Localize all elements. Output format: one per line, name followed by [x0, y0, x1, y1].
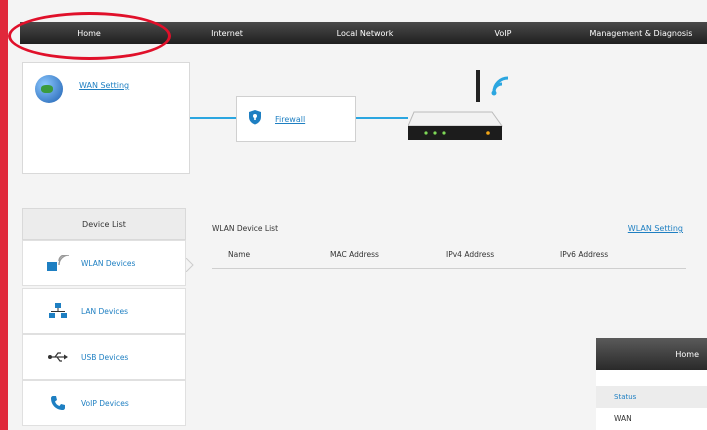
- tab-management-diagnosis[interactable]: Management & Diagnosis: [572, 22, 707, 44]
- home-highlight-ring: [8, 12, 171, 60]
- shield-icon: [249, 110, 261, 125]
- left-accent-bar: [0, 0, 8, 430]
- chevron-right-icon: [186, 258, 194, 272]
- firewall-link[interactable]: Firewall: [275, 115, 305, 124]
- column-name: Name: [228, 250, 251, 259]
- panel-title: WLAN Device List: [212, 224, 279, 233]
- usb-icon: [45, 351, 71, 363]
- network-icon: [45, 303, 71, 319]
- lan-devices-label: LAN Devices: [81, 306, 129, 316]
- status-item[interactable]: Status: [596, 386, 707, 408]
- wan-item[interactable]: WAN: [596, 414, 707, 423]
- home-overlay-panel: Home Status WAN: [596, 338, 707, 430]
- router-icon: [408, 70, 508, 140]
- voip-devices-label: VoIP Devices: [81, 398, 129, 408]
- usb-devices-label: USB Devices: [81, 352, 129, 362]
- globe-icon: [35, 75, 63, 103]
- column-ipv6-address: IPv6 Address: [560, 250, 609, 259]
- wlan-devices-label: WLAN Devices: [81, 258, 136, 268]
- wifi-device-icon: [45, 255, 71, 271]
- wan-setting-card: WAN Setting: [22, 62, 190, 174]
- table-header: Name MAC Address IPv4 Address IPv6 Addre…: [212, 250, 686, 269]
- connection-line: [190, 117, 236, 119]
- column-mac-address: MAC Address: [330, 250, 379, 259]
- connection-line: [356, 117, 408, 119]
- device-list-header: Device List: [22, 208, 186, 240]
- phone-icon: [45, 395, 71, 411]
- voip-devices-item[interactable]: VoIP Devices: [22, 380, 186, 426]
- wlan-setting-link[interactable]: WLAN Setting: [628, 224, 683, 233]
- wan-setting-link[interactable]: WAN Setting: [79, 81, 129, 90]
- tab-local-network[interactable]: Local Network: [296, 22, 434, 44]
- wlan-devices-item[interactable]: WLAN Devices: [22, 240, 186, 286]
- lan-devices-item[interactable]: LAN Devices: [22, 288, 186, 334]
- tab-internet[interactable]: Internet: [158, 22, 296, 44]
- firewall-card: Firewall: [236, 96, 356, 142]
- home-panel-header: Home: [596, 338, 707, 370]
- usb-devices-item[interactable]: USB Devices: [22, 334, 186, 380]
- column-ipv4-address: IPv4 Address: [446, 250, 495, 259]
- tab-voip[interactable]: VoIP: [434, 22, 572, 44]
